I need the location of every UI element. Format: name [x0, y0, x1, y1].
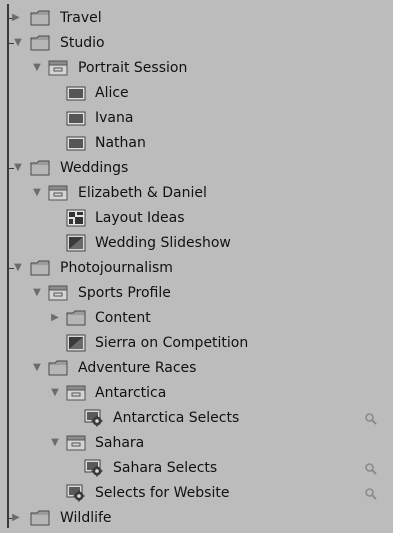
album-icon — [66, 134, 86, 152]
folder-icon — [30, 9, 50, 27]
magnifier-icon[interactable] — [364, 411, 378, 425]
disclosure-expanded-icon[interactable]: ▼ — [13, 163, 23, 173]
folder-icon — [30, 259, 50, 277]
folder-icon — [48, 359, 68, 377]
tree-item-label: Sports Profile — [78, 285, 171, 301]
tree-item-label: Antarctica — [95, 385, 167, 401]
disclosure-expanded-icon[interactable]: ▼ — [32, 288, 42, 298]
tree-item-label: Content — [95, 310, 151, 326]
tree-item-label: Layout Ideas — [95, 210, 185, 226]
tree-item-label: Selects for Website — [95, 485, 230, 501]
tree-item-label: Nathan — [95, 135, 146, 151]
album-icon — [66, 84, 86, 102]
tree-item-sierra-on-competition[interactable]: Sierra on Competition — [0, 331, 393, 356]
disclosure-expanded-icon[interactable]: ▼ — [13, 38, 23, 48]
tree-item-label: Sahara — [95, 435, 145, 451]
tree-item-label: Weddings — [60, 160, 129, 176]
tree-item-label: Wildlife — [60, 510, 112, 526]
disclosure-expanded-icon[interactable]: ▼ — [13, 263, 23, 273]
tree-item-alice[interactable]: Alice — [0, 81, 393, 106]
tree-item-label: Alice — [95, 85, 129, 101]
tree-item-label: Travel — [60, 10, 102, 26]
tree-item-photojournalism[interactable]: ▼ Photojournalism — [0, 256, 393, 281]
disclosure-collapsed-icon[interactable]: ▶ — [11, 513, 21, 523]
tree-item-antarctica-selects[interactable]: Antarctica Selects — [0, 406, 393, 431]
slideshow-icon — [66, 334, 86, 352]
project-icon — [66, 434, 86, 452]
project-icon — [48, 184, 68, 202]
magnifier-icon[interactable] — [364, 461, 378, 475]
tree-item-sahara-selects[interactable]: Sahara Selects — [0, 456, 393, 481]
tree-item-content[interactable]: ▶ Content — [0, 306, 393, 331]
disclosure-expanded-icon[interactable]: ▼ — [32, 188, 42, 198]
disclosure-collapsed-icon[interactable]: ▶ — [50, 313, 60, 323]
project-icon — [66, 384, 86, 402]
light-table-icon — [66, 209, 86, 227]
smart-album-icon — [84, 459, 104, 477]
tree-item-elizabeth-daniel[interactable]: ▼ Elizabeth & Daniel — [0, 181, 393, 206]
tree-item-label: Sahara Selects — [113, 460, 218, 476]
tree-item-label: Ivana — [95, 110, 134, 126]
tree-item-portrait-session[interactable]: ▼ Portrait Session — [0, 56, 393, 81]
tree-item-sahara[interactable]: ▼ Sahara — [0, 431, 393, 456]
project-icon — [48, 59, 68, 77]
tree-item-layout-ideas[interactable]: Layout Ideas — [0, 206, 393, 231]
magnifier-icon[interactable] — [364, 486, 378, 500]
tree-item-weddings[interactable]: ▼ Weddings — [0, 156, 393, 181]
tree-item-label: Studio — [60, 35, 105, 51]
folder-icon — [66, 309, 86, 327]
tree-item-studio[interactable]: ▼ Studio — [0, 31, 393, 56]
tree-item-wedding-slideshow[interactable]: Wedding Slideshow — [0, 231, 393, 256]
tree-item-selects-for-website[interactable]: Selects for Website — [0, 481, 393, 506]
folder-icon — [30, 509, 50, 527]
tree-item-label: Sierra on Competition — [95, 335, 249, 351]
disclosure-expanded-icon[interactable]: ▼ — [32, 63, 42, 73]
disclosure-expanded-icon[interactable]: ▼ — [32, 363, 42, 373]
tree-item-label: Portrait Session — [78, 60, 188, 76]
library-panel: ▶ Travel ▼ Studio ▼ Portrait Session Ali… — [0, 0, 393, 533]
tree-item-adventure-races[interactable]: ▼ Adventure Races — [0, 356, 393, 381]
tree-item-sports-profile[interactable]: ▼ Sports Profile — [0, 281, 393, 306]
disclosure-expanded-icon[interactable]: ▼ — [50, 438, 60, 448]
tree-item-label: Antarctica Selects — [113, 410, 240, 426]
project-icon — [48, 284, 68, 302]
smart-album-icon — [66, 484, 86, 502]
slideshow-icon — [66, 234, 86, 252]
tree-item-label: Photojournalism — [60, 260, 173, 276]
tree-item-travel[interactable]: ▶ Travel — [0, 6, 393, 31]
smart-album-icon — [84, 409, 104, 427]
tree-item-label: Wedding Slideshow — [95, 235, 231, 251]
tree-item-label: Adventure Races — [78, 360, 197, 376]
tree-item-wildlife[interactable]: ▶ Wildlife — [0, 506, 393, 531]
folder-icon — [30, 34, 50, 52]
disclosure-collapsed-icon[interactable]: ▶ — [11, 13, 21, 23]
tree-item-nathan[interactable]: Nathan — [0, 131, 393, 156]
folder-icon — [30, 159, 50, 177]
tree-item-antarctica[interactable]: ▼ Antarctica — [0, 381, 393, 406]
disclosure-expanded-icon[interactable]: ▼ — [50, 388, 60, 398]
album-icon — [66, 109, 86, 127]
tree-item-ivana[interactable]: Ivana — [0, 106, 393, 131]
tree-item-label: Elizabeth & Daniel — [78, 185, 207, 201]
